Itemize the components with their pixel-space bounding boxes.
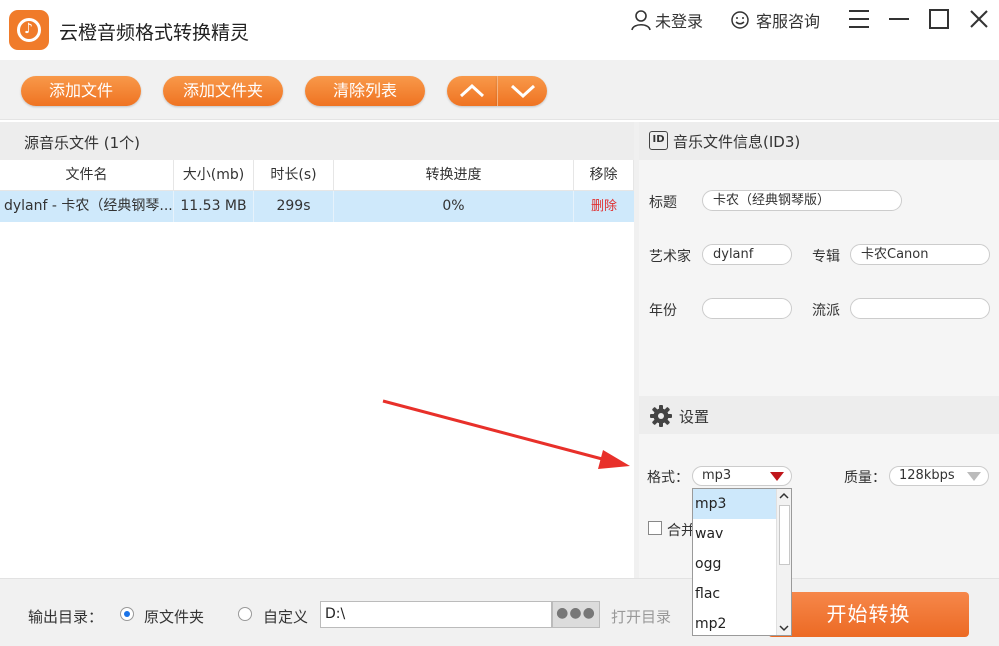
annotation-arrow-icon bbox=[382, 399, 630, 469]
